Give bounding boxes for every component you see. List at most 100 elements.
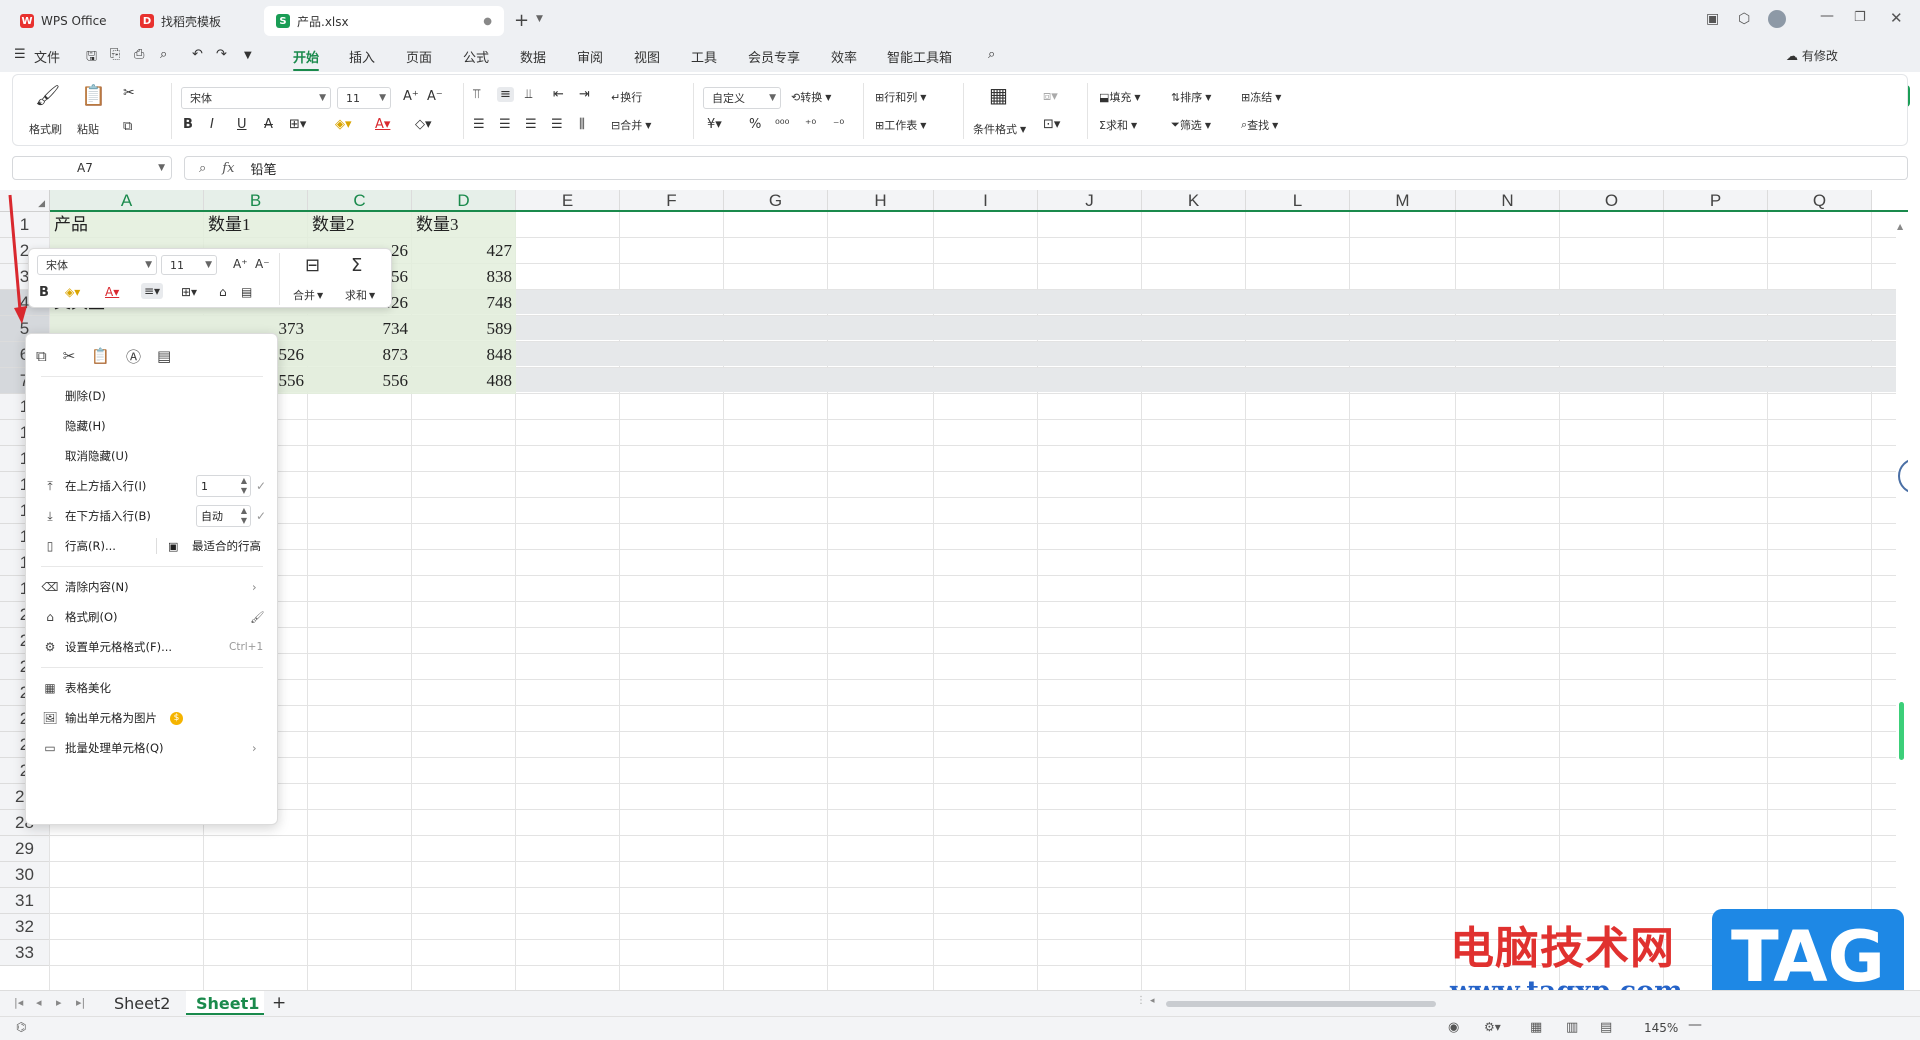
horizontal-scroll-thumb[interactable] [1166, 1001, 1436, 1007]
best-fit-icon[interactable]: ▣ [168, 540, 178, 553]
menu-row-height[interactable]: ▯ 行高(R)... ▣ 最适合的行高 [26, 531, 279, 561]
spinner-icon[interactable]: ▲ ▼ [241, 476, 247, 496]
merge-button[interactable]: ⊟ 合并 ▼ [611, 117, 651, 133]
sheet-tab-sheet2[interactable]: Sheet2 [114, 994, 170, 1013]
hamburger-icon[interactable]: ☰ [14, 47, 26, 62]
column-header-k[interactable]: K [1142, 190, 1246, 212]
add-sheet-icon[interactable]: + [272, 993, 286, 1013]
menu-data[interactable]: 数据 [520, 47, 546, 66]
row-header[interactable]: 30 [0, 862, 50, 888]
tab-wps-office[interactable]: W WPS Office [8, 6, 122, 36]
mini-cell-style-icon[interactable]: ▤ [241, 285, 252, 299]
scroll-left-icon[interactable]: ◂ [1150, 996, 1155, 1006]
zoom-level[interactable]: 145% [1644, 1021, 1678, 1035]
export-icon[interactable]: ⎘ [110, 47, 120, 62]
filter-button[interactable]: ⏷ 筛选 ▼ [1171, 117, 1211, 133]
mini-sum-icon[interactable]: Σ [351, 255, 362, 276]
page-layout-icon[interactable]: ▥ [1566, 1020, 1578, 1035]
column-header-n[interactable]: N [1456, 190, 1560, 212]
cut-icon[interactable]: ✂ [123, 85, 135, 101]
border-icon[interactable]: ⊞▾ [289, 117, 306, 132]
row-header[interactable]: 33 [0, 940, 50, 966]
unsaved-dot-icon[interactable]: ● [483, 16, 492, 27]
menu-member[interactable]: 会员专享 [748, 47, 800, 66]
currency-icon[interactable]: ¥▾ [707, 117, 722, 132]
column-header-e[interactable]: E [516, 190, 620, 212]
menu-home[interactable]: 开始 [293, 47, 320, 71]
menu-table-beautify[interactable]: ▦ 表格美化 [26, 673, 279, 703]
align-center-icon[interactable]: ☰ [499, 117, 511, 132]
tab-product-xlsx[interactable]: S 产品.xlsx ● [264, 6, 504, 36]
mini-align-icon[interactable]: ≡▾ [141, 283, 164, 299]
font-name-select[interactable]: 宋体 ▼ [181, 87, 331, 109]
cut-icon[interactable]: ✂ [63, 347, 76, 365]
decrease-decimal-icon[interactable]: ⁻⁰ [833, 117, 844, 131]
paste-icon[interactable]: 📋 [91, 347, 110, 365]
indent-increase-icon[interactable]: ⇥ [579, 87, 590, 102]
row-header[interactable]: 31 [0, 888, 50, 914]
menu-format-cells[interactable]: ⚙ 设置单元格格式(F)... Ctrl+1 [26, 632, 279, 662]
redo-icon[interactable]: ↷ [216, 47, 227, 62]
mini-fill-color-icon[interactable]: ◈▾ [65, 285, 80, 299]
table-cell[interactable]: 873 [308, 342, 412, 368]
last-sheet-icon[interactable]: ▸| [76, 996, 85, 1009]
paste-icon[interactable]: 📋 [81, 83, 106, 107]
modified-indicator[interactable]: ☁ 有修改 [1786, 47, 1838, 64]
eye-protect-icon[interactable]: ◉ [1448, 1020, 1459, 1035]
cube-icon[interactable]: ⬡ [1738, 11, 1750, 27]
format-painter-button[interactable]: 格式刷 [29, 121, 62, 137]
mini-border-icon[interactable]: ⊞▾ [181, 285, 197, 299]
worksheet-button[interactable]: ⊞ 工作表 ▼ [875, 117, 926, 133]
avatar[interactable] [1768, 10, 1786, 28]
mini-format-painter-icon[interactable]: ⌂ [219, 285, 227, 299]
close-icon[interactable]: ✕ [1890, 9, 1903, 27]
paste-special-icon[interactable]: ▤ [157, 347, 171, 365]
menu-smart-toolbox[interactable]: 智能工具箱 [887, 47, 952, 66]
indent-decrease-icon[interactable]: ⇤ [553, 87, 564, 102]
column-header-c[interactable]: C [308, 190, 412, 212]
scroll-up-icon[interactable]: ▲ [1897, 222, 1903, 231]
menu-file[interactable]: 文件 [34, 47, 60, 66]
spinner-icon[interactable]: ▲ ▼ [241, 506, 247, 526]
mini-merge-icon[interactable]: ⊟ [305, 255, 320, 276]
justify-icon[interactable]: ☰ [551, 117, 563, 132]
menu-unhide-row[interactable]: 取消隐藏(U) [26, 441, 279, 471]
column-header-j[interactable]: J [1038, 190, 1142, 212]
save-icon[interactable]: 🖫 [86, 47, 97, 69]
mini-font-name-select[interactable]: 宋体 ▼ [37, 255, 157, 275]
align-right-icon[interactable]: ☰ [525, 117, 537, 132]
scroll-thumb[interactable] [1899, 702, 1904, 760]
confirm-check-icon[interactable]: ✓ [256, 479, 266, 493]
name-box[interactable]: A7 ▼ [12, 156, 172, 180]
header-cell[interactable]: 产品 [50, 212, 204, 238]
paste-values-icon[interactable]: Ⓐ [126, 346, 141, 367]
column-header-b[interactable]: B [204, 190, 308, 212]
column-header-i[interactable]: I [934, 190, 1038, 212]
mini-sum-button[interactable]: 求和 ▼ [345, 287, 375, 303]
sheet-tab-sheet1[interactable]: Sheet1 [186, 991, 264, 1015]
print-preview-icon[interactable]: ⌕ [160, 47, 167, 62]
wrap-button[interactable]: ↵ 换行 [611, 89, 642, 105]
strikethrough-icon[interactable]: A [264, 117, 273, 132]
font-color-icon[interactable]: A▾ [375, 117, 390, 132]
thousands-icon[interactable]: ⁰⁰⁰ [775, 117, 789, 131]
conditional-format-button[interactable]: 条件格式 ▼ [973, 121, 1026, 137]
header-cell[interactable]: 数量2 [308, 212, 412, 238]
menu-delete-row[interactable]: 删除(D) [26, 381, 279, 411]
convert-button[interactable]: ⟲ 转换 ▼ [791, 89, 831, 105]
menu-insert-row-below[interactable]: ⤓ 在下方插入行(B) 自动 ▲ ▼ ✓ [26, 501, 279, 531]
distribute-icon[interactable]: ⫼ [579, 117, 585, 132]
column-header-f[interactable]: F [620, 190, 724, 212]
menu-clear-contents[interactable]: ⌫ 清除内容(N) › [26, 572, 279, 602]
mini-decrease-font-icon[interactable]: A⁻ [255, 257, 270, 271]
table-cell[interactable]: 427 [412, 238, 516, 264]
freeze-button[interactable]: ⊞ 冻结 ▼ [1241, 89, 1281, 105]
mini-merge-button[interactable]: 合并 ▼ [293, 287, 323, 303]
sort-button[interactable]: ⇅ 排序 ▼ [1171, 89, 1211, 105]
menu-insert[interactable]: 插入 [349, 47, 375, 66]
table-cell[interactable]: 488 [412, 368, 516, 394]
rows-cols-button[interactable]: ⊞ 行和列 ▼ [875, 89, 926, 105]
next-sheet-icon[interactable]: ▸ [56, 996, 62, 1009]
percent-icon[interactable]: % [749, 117, 761, 132]
menu-tools[interactable]: 工具 [691, 47, 717, 66]
